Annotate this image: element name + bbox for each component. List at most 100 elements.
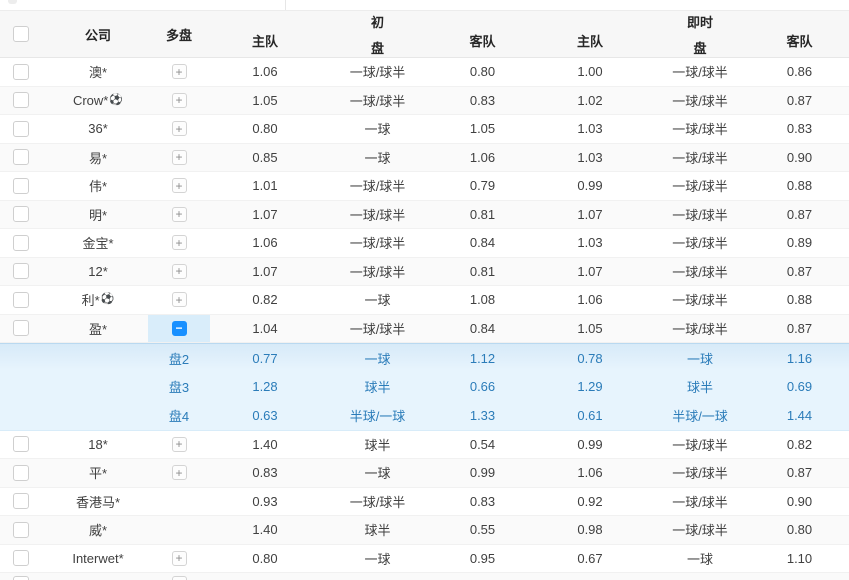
init-home-value: 0.80 bbox=[210, 115, 320, 143]
init-home-value: 1.01 bbox=[210, 172, 320, 200]
expand-button[interactable]: + bbox=[172, 437, 187, 452]
table-row: 威* 1.40球半0.550.98一球/球半0.80 bbox=[0, 516, 849, 545]
live-home-value: 0.98 bbox=[530, 516, 650, 544]
row-checkbox[interactable] bbox=[13, 522, 29, 538]
expand-button[interactable]: + bbox=[172, 93, 187, 108]
row-checkbox[interactable] bbox=[13, 178, 29, 194]
multi-handicap-cell: − bbox=[148, 315, 210, 343]
row-select-cell bbox=[0, 115, 48, 143]
table-row: 易* + 0.85一球1.061.03一球/球半0.90 bbox=[0, 144, 849, 173]
row-checkbox[interactable] bbox=[13, 465, 29, 481]
init-away-value: 0.54 bbox=[435, 431, 530, 459]
empty-cell bbox=[48, 344, 148, 373]
company-name: 盈* bbox=[89, 319, 107, 338]
select-all-checkbox[interactable] bbox=[13, 26, 29, 42]
row-select-cell bbox=[0, 258, 48, 286]
expand-button[interactable]: + bbox=[172, 150, 187, 165]
multi-handicap-cell: + bbox=[148, 201, 210, 229]
live-hcap-value: 一球/球半 bbox=[650, 172, 750, 200]
init-away-value: 0.84 bbox=[435, 315, 530, 343]
init-home-value: 1.40 bbox=[210, 431, 320, 459]
row-checkbox[interactable] bbox=[13, 576, 29, 580]
extra-handicap-row: 盘4 0.63半球/一球1.330.61半球/一球1.44 bbox=[0, 401, 849, 430]
live-hcap-value: 一球/球半 bbox=[650, 229, 750, 257]
row-checkbox[interactable] bbox=[13, 64, 29, 80]
init-hcap-value bbox=[320, 573, 435, 580]
table-row: 利*⚽ + 0.82一球1.081.06一球/球半0.88 bbox=[0, 286, 849, 315]
multi-handicap-cell: + bbox=[148, 58, 210, 86]
live-away-value: 0.87 bbox=[750, 258, 849, 286]
company-name: 伟* bbox=[89, 176, 107, 195]
multi-handicap-cell: + bbox=[148, 87, 210, 115]
row-checkbox[interactable] bbox=[13, 235, 29, 251]
row-checkbox[interactable] bbox=[13, 436, 29, 452]
company-name: 澳* bbox=[89, 62, 107, 81]
init-home-value: 1.06 bbox=[210, 229, 320, 257]
expand-button[interactable]: + bbox=[172, 551, 187, 566]
live-hcap-value: 半球/一球 bbox=[650, 401, 750, 430]
extra-handicap-row: 盘2 0.77一球1.120.78一球1.16 bbox=[0, 344, 849, 373]
init-home-value: 1.07 bbox=[210, 258, 320, 286]
expand-button[interactable]: + bbox=[172, 207, 187, 222]
live-home-value: 1.06 bbox=[530, 459, 650, 487]
init-home-value: 1.07 bbox=[210, 201, 320, 229]
company-name: 平* bbox=[89, 463, 107, 482]
header-init-handicap: 盘 bbox=[371, 38, 384, 57]
init-hcap-value: 一球 bbox=[320, 115, 435, 143]
company-cell: 香港马* bbox=[48, 488, 148, 516]
expand-button[interactable]: + bbox=[172, 121, 187, 136]
live-hcap-value: 一球/球半 bbox=[650, 286, 750, 314]
live-hcap-value: 一球/球半 bbox=[650, 115, 750, 143]
expand-button[interactable]: + bbox=[172, 292, 187, 307]
collapse-button[interactable]: − bbox=[172, 321, 187, 336]
row-checkbox[interactable] bbox=[13, 263, 29, 279]
init-away-value: 0.66 bbox=[435, 373, 530, 402]
row-checkbox[interactable] bbox=[13, 493, 29, 509]
live-hcap-value: 一球/球半 bbox=[650, 315, 750, 343]
company-name: 金宝* bbox=[82, 233, 113, 252]
empty-cell bbox=[48, 373, 148, 402]
init-away-value: 0.79 bbox=[435, 172, 530, 200]
row-checkbox[interactable] bbox=[13, 320, 29, 336]
init-home-value: 1.04 bbox=[210, 315, 320, 343]
expand-button[interactable]: + bbox=[172, 465, 187, 480]
row-checkbox[interactable] bbox=[13, 206, 29, 222]
handicap-line-label: 盘4 bbox=[148, 401, 210, 430]
company-name: 威* bbox=[89, 520, 107, 539]
live-home-value: 0.99 bbox=[530, 431, 650, 459]
live-home-value: 1.03 bbox=[530, 144, 650, 172]
handicap-line-label: 盘3 bbox=[148, 373, 210, 402]
expand-button[interactable]: + bbox=[172, 64, 187, 79]
init-home-value: 1.05 bbox=[210, 87, 320, 115]
init-home-value: 0.85 bbox=[210, 144, 320, 172]
company-name: 36* bbox=[88, 121, 108, 136]
live-away-value: 1.10 bbox=[750, 545, 849, 573]
live-away-value: 0.87 bbox=[750, 87, 849, 115]
row-checkbox[interactable] bbox=[13, 92, 29, 108]
expand-button[interactable]: + bbox=[172, 264, 187, 279]
row-checkbox[interactable] bbox=[13, 292, 29, 308]
header-live-handicap: 盘 bbox=[693, 38, 706, 57]
expand-button[interactable]: + bbox=[172, 178, 187, 193]
live-home-value: 1.02 bbox=[530, 87, 650, 115]
init-hcap-value: 一球 bbox=[320, 545, 435, 573]
live-home-value: 0.99 bbox=[530, 172, 650, 200]
init-hcap-value: 一球 bbox=[320, 344, 435, 373]
header-init-group: 初 盘 bbox=[320, 11, 435, 57]
init-hcap-value: 一球/球半 bbox=[320, 488, 435, 516]
expand-button[interactable]: + bbox=[172, 576, 187, 580]
row-checkbox[interactable] bbox=[13, 149, 29, 165]
live-away-value: 0.88 bbox=[750, 286, 849, 314]
empty-cell bbox=[0, 344, 48, 373]
multi-handicap-cell: + bbox=[148, 545, 210, 573]
live-hcap-value: 一球/球半 bbox=[650, 459, 750, 487]
row-checkbox[interactable] bbox=[13, 550, 29, 566]
table-row: 金宝* + 1.06一球/球半0.841.03一球/球半0.89 bbox=[0, 229, 849, 258]
row-select-cell bbox=[0, 286, 48, 314]
table-header: 公司 多盘 主队 初 盘 客队 主队 即时 盘 客队 bbox=[0, 10, 849, 58]
init-hcap-value: 一球/球半 bbox=[320, 229, 435, 257]
table-row: 盈* − 1.04一球/球半0.841.05一球/球半0.87 bbox=[0, 315, 849, 344]
row-checkbox[interactable] bbox=[13, 121, 29, 137]
expand-button[interactable]: + bbox=[172, 235, 187, 250]
live-home-value: 1.07 bbox=[530, 201, 650, 229]
